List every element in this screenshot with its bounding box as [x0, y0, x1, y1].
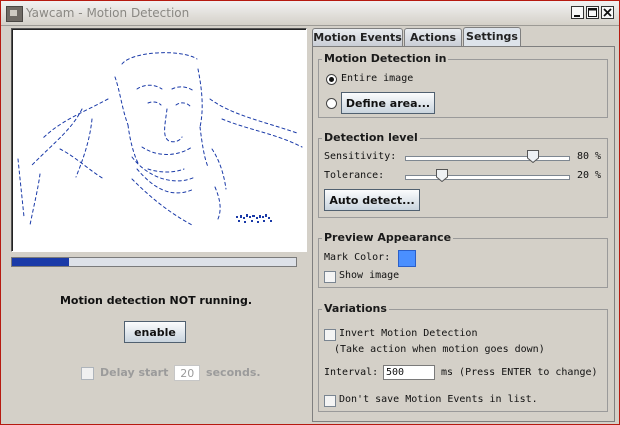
dont-save-events-checkbox[interactable] [324, 395, 336, 407]
app-icon [6, 6, 23, 22]
motion-detection-in-group: Motion Detection in Entire image Define … [318, 52, 608, 118]
mark-color-swatch[interactable] [398, 250, 416, 267]
sensitivity-slider[interactable] [527, 150, 540, 163]
dont-save-events-label: Don't save Motion Events in list. [339, 394, 538, 405]
motion-status: Motion detection NOT running. [59, 294, 253, 307]
group-title: Motion Detection in [322, 52, 449, 65]
motion-level-bar [11, 257, 297, 267]
title-bar[interactable]: Yawcam - Motion Detection [1, 1, 619, 26]
delay-unit-label: seconds. [206, 366, 261, 379]
enable-button[interactable]: enable [124, 321, 186, 343]
motion-preview-image [17, 52, 303, 226]
tab-motion-events[interactable]: Motion Events [312, 28, 403, 46]
sensitivity-label: Sensitivity: [324, 151, 397, 162]
tolerance-label: Tolerance: [324, 170, 385, 181]
show-image-checkbox[interactable] [324, 271, 336, 283]
maximize-icon[interactable] [586, 6, 599, 19]
define-area-radio[interactable] [326, 98, 337, 109]
settings-panel: Motion Detection in Entire image Define … [312, 46, 615, 422]
variations-group: Variations Invert Motion Detection (Take… [318, 302, 608, 412]
tolerance-slider-track [405, 175, 570, 180]
group-title: Variations [322, 302, 389, 315]
delay-seconds-input[interactable] [174, 365, 201, 381]
entire-image-label: Entire image [341, 73, 414, 84]
invert-motion-checkbox[interactable] [324, 329, 336, 341]
entire-image-radio[interactable] [326, 74, 337, 85]
window-title: Yawcam - Motion Detection [26, 6, 190, 20]
minimize-icon[interactable] [571, 6, 584, 19]
delay-start-row: Delay start seconds. [81, 365, 261, 381]
define-area-button[interactable]: Define area... [341, 92, 435, 114]
interval-label: Interval: [324, 367, 379, 378]
sensitivity-slider-track [405, 156, 570, 161]
motion-detection-window: Yawcam - Motion Detection Motion detecti… [0, 0, 620, 425]
invert-motion-label: Invert Motion Detection [339, 328, 478, 339]
auto-detect-button[interactable]: Auto detect... [324, 189, 420, 211]
tab-settings[interactable]: Settings [463, 27, 521, 47]
group-title: Detection level [322, 131, 420, 144]
tolerance-slider[interactable] [435, 169, 448, 182]
sensitivity-value: 80 % [577, 151, 602, 162]
mark-color-label: Mark Color: [324, 252, 391, 263]
close-icon[interactable] [601, 6, 614, 19]
delay-start-checkbox[interactable] [81, 366, 94, 380]
interval-note: ms (Press ENTER to change) [441, 367, 598, 378]
delay-start-label: Delay start [100, 366, 169, 379]
preview-appearance-group: Preview Appearance Mark Color: Show imag… [318, 231, 608, 288]
tolerance-value: 20 % [577, 170, 602, 181]
show-image-label: Show image [339, 270, 400, 281]
group-title: Preview Appearance [322, 231, 454, 244]
motion-preview [11, 28, 307, 252]
interval-input[interactable] [383, 365, 435, 380]
tab-actions[interactable]: Actions [404, 28, 462, 46]
detection-level-group: Detection level Sensitivity: 80 % Tolera… [318, 131, 608, 218]
motion-level-fill [12, 258, 69, 266]
invert-motion-note: (Take action when motion goes down) [334, 344, 545, 355]
